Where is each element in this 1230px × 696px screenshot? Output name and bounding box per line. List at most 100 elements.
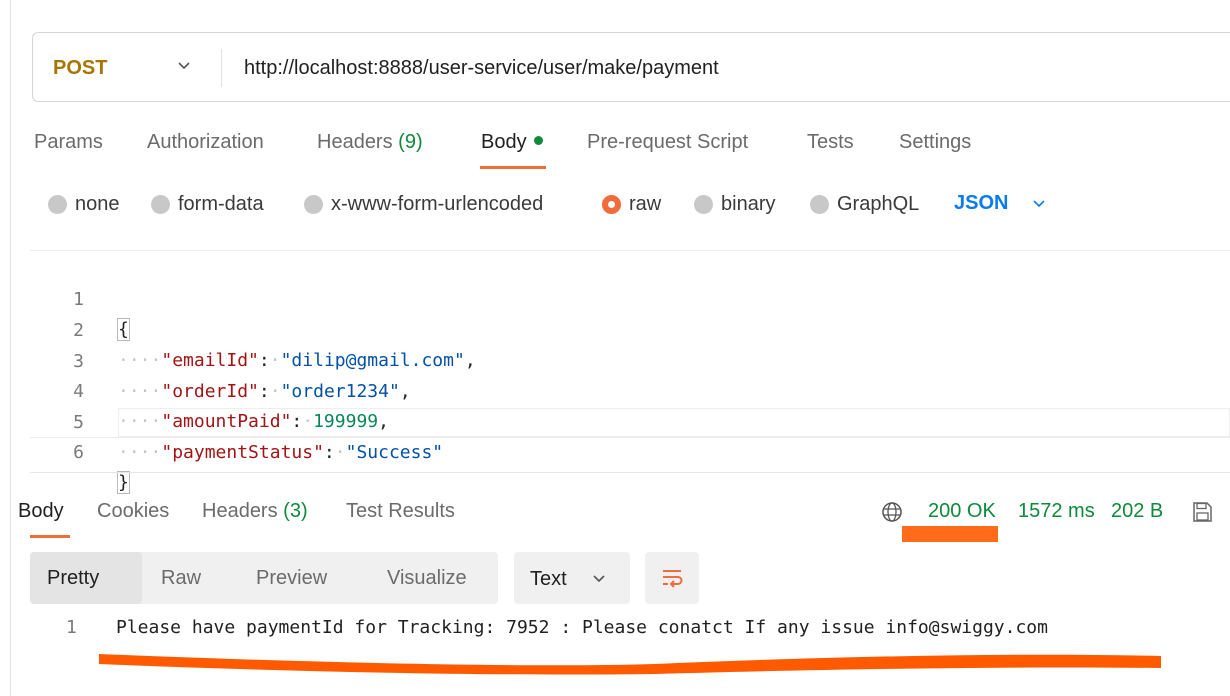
code-line[interactable]: 2 ····"emailId":·"dilip@gmail.com",	[0, 286, 476, 371]
space-marker: ·	[269, 350, 281, 371]
radio-circle	[810, 194, 829, 214]
globe-icon[interactable]	[880, 500, 904, 524]
radio-graphql-label: GraphQL	[837, 192, 920, 215]
tab-authorization[interactable]: Authorization	[147, 131, 264, 154]
wrap-lines-icon[interactable]	[659, 565, 685, 591]
line-number: 5	[73, 412, 84, 433]
json-key: "orderId"	[161, 381, 259, 402]
response-body-text[interactable]: Please have paymentId for Tracking: 7952…	[116, 617, 1048, 638]
chevron-down-icon[interactable]	[175, 57, 193, 75]
body-modified-dot	[533, 136, 543, 146]
line-number: 1	[66, 617, 77, 638]
colon: :	[323, 442, 335, 463]
view-preview-button[interactable]: Preview	[256, 567, 327, 590]
code-line[interactable]: 1 {	[0, 255, 130, 341]
tab-headers[interactable]: Headers (9)	[317, 131, 423, 154]
indent-guide: ····	[118, 411, 162, 432]
comma: ,	[399, 381, 411, 402]
code-line[interactable]: 3 ····"orderId":·"order1234",	[0, 317, 411, 402]
tab-test-results[interactable]: Test Results	[346, 500, 455, 523]
response-format-label: Text	[530, 568, 567, 590]
line-number: 6	[73, 442, 84, 463]
tab-pre-request-script[interactable]: Pre-request Script	[587, 131, 748, 154]
view-pretty-button[interactable]: Pretty	[47, 567, 99, 590]
json-value: "order1234"	[280, 381, 400, 402]
radio-binary-label: binary	[721, 192, 776, 215]
json-value: "dilip@gmail.com"	[280, 350, 465, 371]
close-brace: }	[117, 471, 130, 494]
view-raw-button[interactable]: Raw	[161, 567, 201, 590]
code-line[interactable]: 5 ····"paymentStatus":·"Success"	[0, 378, 443, 463]
editor-border	[30, 437, 1230, 438]
request-url-bar: POST http://localhost:8888/user-service/…	[32, 32, 1230, 102]
headers-count: (9)	[398, 131, 423, 153]
active-tab-indicator	[480, 166, 546, 169]
radio-form-data[interactable]: form-data	[151, 192, 264, 216]
space-marker: ·	[334, 442, 346, 463]
line-number: 2	[73, 320, 84, 341]
tab-tests[interactable]: Tests	[807, 131, 854, 154]
radio-circle	[48, 194, 67, 214]
radio-raw-label: raw	[629, 192, 662, 215]
radio-graphql[interactable]: GraphQL	[810, 192, 919, 216]
space-marker: ·	[302, 411, 314, 432]
colon: :	[258, 381, 270, 402]
indent-guide: ····	[118, 381, 162, 402]
tab-body[interactable]: Body	[481, 131, 543, 154]
colon: :	[291, 411, 303, 432]
annotation-underline	[99, 654, 1161, 675]
json-value: 199999	[313, 411, 379, 432]
tab-headers-label: Headers	[317, 131, 393, 153]
radio-urlencoded-label: x-www-form-urlencoded	[331, 192, 544, 215]
response-headers-count: (3)	[283, 500, 308, 522]
radio-none[interactable]: none	[48, 192, 120, 216]
line-number: 4	[73, 381, 84, 402]
chevron-down-icon[interactable]	[1030, 195, 1048, 213]
radio-raw[interactable]: raw	[602, 192, 661, 216]
annotation-highlight	[902, 526, 998, 542]
url-input[interactable]: http://localhost:8888/user-service/user/…	[244, 57, 719, 80]
radio-circle	[151, 194, 170, 214]
line-number: 1	[73, 289, 84, 310]
comma: ,	[378, 411, 389, 432]
code-line[interactable]: 6 }	[0, 408, 130, 494]
indent-guide: ····	[118, 350, 162, 371]
response-size[interactable]: 202 B	[1111, 500, 1163, 523]
response-status[interactable]: 200 OK	[928, 500, 996, 523]
editor-border	[30, 250, 1230, 251]
divider	[221, 49, 222, 87]
colon: :	[258, 350, 270, 371]
chevron-down-icon[interactable]	[590, 570, 608, 588]
tab-settings[interactable]: Settings	[899, 131, 971, 154]
radio-urlencoded[interactable]: x-www-form-urlencoded	[304, 192, 543, 216]
code-line[interactable]: 4 ····"amountPaid":·199999,	[0, 347, 389, 432]
open-brace: {	[117, 318, 130, 341]
radio-circle	[304, 194, 323, 214]
radio-form-data-label: form-data	[178, 192, 264, 215]
active-tab-indicator	[30, 535, 70, 538]
comma: ,	[464, 350, 476, 371]
tab-body-label: Body	[481, 131, 527, 153]
json-key: "amountPaid"	[161, 411, 292, 432]
json-key: "paymentStatus"	[161, 442, 324, 463]
indent-guide: ····	[118, 442, 162, 463]
tab-response-body[interactable]: Body	[18, 500, 64, 523]
line-number: 3	[73, 351, 84, 372]
tab-params[interactable]: Params	[34, 131, 103, 154]
radio-circle	[694, 194, 713, 214]
tab-response-headers[interactable]: Headers (3)	[202, 500, 308, 523]
response-time[interactable]: 1572 ms	[1018, 500, 1095, 523]
http-method-select[interactable]: POST	[53, 57, 107, 80]
space-marker: ·	[269, 381, 281, 402]
tab-response-cookies[interactable]: Cookies	[97, 500, 169, 523]
save-icon[interactable]	[1190, 500, 1214, 524]
radio-circle-selected	[602, 194, 621, 214]
radio-none-label: none	[75, 192, 120, 215]
tab-response-headers-label: Headers	[202, 500, 278, 522]
json-key: "emailId"	[161, 350, 259, 371]
radio-binary[interactable]: binary	[694, 192, 775, 216]
view-visualize-button[interactable]: Visualize	[387, 567, 467, 590]
json-value: "Success"	[345, 442, 444, 463]
body-format-select[interactable]: JSON	[954, 192, 1008, 215]
response-divider	[30, 472, 1230, 473]
